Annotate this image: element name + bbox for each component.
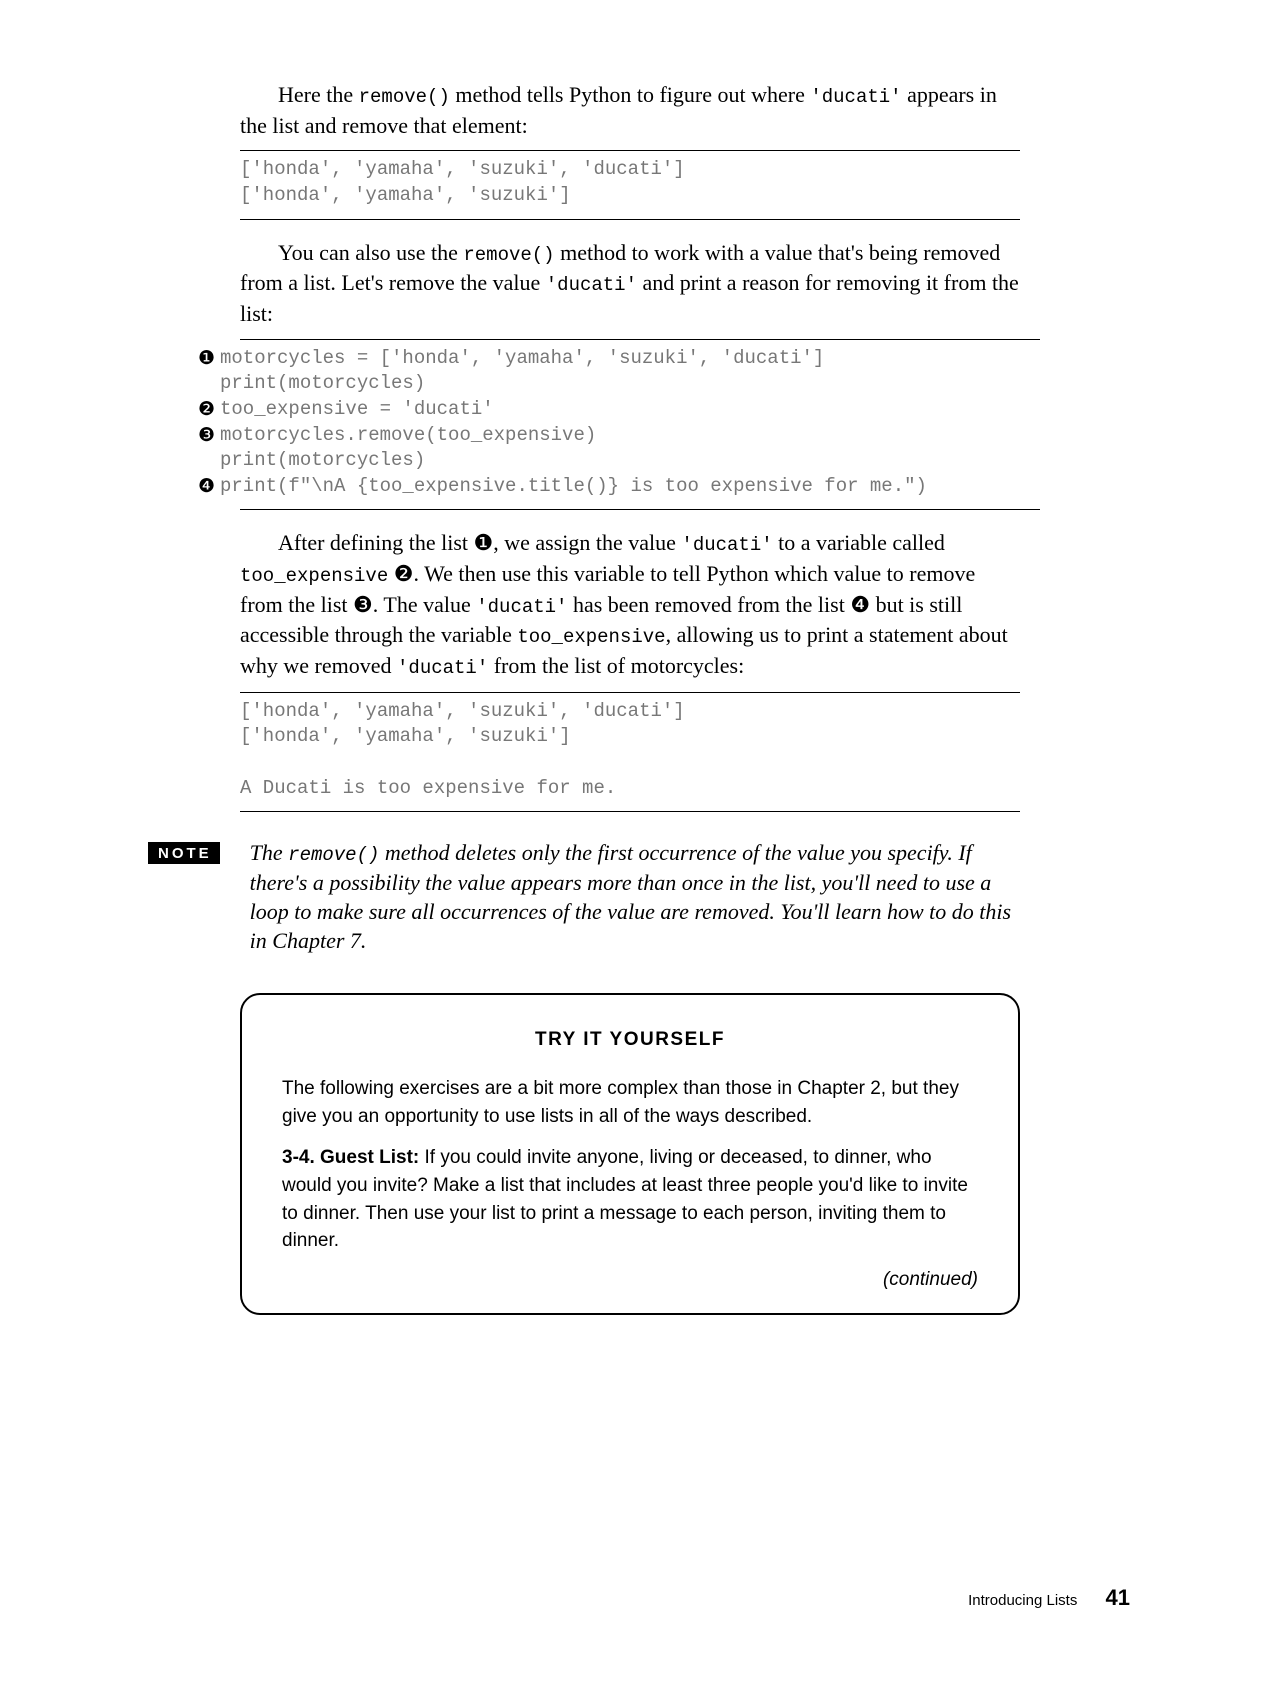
tiy-intro: The following exercises are a bit more c… (282, 1075, 978, 1130)
rule (240, 150, 1020, 151)
code-line: ['honda', 'yamaha', 'suzuki', 'ducati'] (240, 700, 685, 722)
text: has been removed from the list (567, 592, 850, 617)
text: After defining the list (278, 530, 474, 555)
code-line: ❸motorcycles.remove(too_expensive) (220, 423, 1020, 449)
output-block-1: ['honda', 'yamaha', 'suzuki', 'ducati'] … (240, 157, 1020, 208)
note-body: The remove() method deletes only the fir… (250, 838, 1030, 955)
text: to a variable called (773, 530, 945, 555)
code-text: print(motorcycles) (220, 371, 425, 397)
inline-code: 'ducati' (397, 657, 488, 679)
page-footer: Introducing Lists 41 (968, 1585, 1130, 1611)
inline-code: 'ducati' (681, 534, 772, 556)
annotation-marker-blank (198, 371, 220, 397)
code-line: A Ducati is too expensive for me. (240, 777, 616, 799)
annotation-marker-3: ❸ (198, 423, 220, 449)
code-line: ❷too_expensive = 'ducati' (220, 397, 1020, 423)
inline-code: too_expensive (517, 626, 665, 648)
output-block-2: ['honda', 'yamaha', 'suzuki', 'ducati'] … (240, 699, 1020, 802)
inline-code: 'ducati' (476, 596, 567, 618)
rule (240, 339, 1040, 340)
tiy-continued: (continued) (282, 1269, 978, 1291)
note-label: NOTE (148, 842, 220, 864)
paragraph-2: You can also use the remove() method to … (240, 238, 1020, 329)
rule (240, 811, 1020, 812)
annotation-marker-blank (198, 448, 220, 474)
tiy-title: TRY IT YOURSELF (282, 1029, 978, 1051)
annotated-code-block: ❶motorcycles = ['honda', 'yamaha', 'suzu… (220, 339, 1020, 511)
inline-code: remove() (288, 844, 379, 866)
page-content: Here the remove() method tells Python to… (140, 80, 1140, 1315)
code-text: print(f"\nA {too_expensive.title()} is t… (220, 474, 927, 500)
body-column: Here the remove() method tells Python to… (240, 80, 1020, 329)
chapter-title: Introducing Lists (968, 1592, 1077, 1609)
code-line: ['honda', 'yamaha', 'suzuki'] (240, 725, 571, 747)
code-line: ['honda', 'yamaha', 'suzuki', 'ducati'] (240, 158, 685, 180)
tiy-exercise-3-4: 3-4. Guest List: If you could invite any… (282, 1144, 978, 1254)
code-text: motorcycles = ['honda', 'yamaha', 'suzuk… (220, 346, 824, 372)
inline-marker-1: ❶ (474, 530, 494, 555)
inline-code: too_expensive (240, 565, 388, 587)
inline-code: 'ducati' (810, 86, 901, 108)
code-line: print(motorcycles) (220, 448, 1020, 474)
text: , we assign the value (493, 530, 681, 555)
exercise-label: 3-4. Guest List: (282, 1147, 419, 1168)
text: method tells Python to figure out where (450, 82, 811, 107)
rule (240, 219, 1020, 220)
inline-marker-3: ❸ (353, 592, 373, 617)
paragraph-3: After defining the list ❶, we assign the… (240, 528, 1020, 681)
annotation-marker-1: ❶ (198, 346, 220, 372)
text: . The value (373, 592, 476, 617)
rule (240, 509, 1040, 510)
inline-code: 'ducati' (546, 274, 637, 296)
code-line: ['honda', 'yamaha', 'suzuki'] (240, 184, 571, 206)
text: You can also use the (278, 240, 463, 265)
inline-code: remove() (359, 86, 450, 108)
code-line: print(motorcycles) (220, 371, 1020, 397)
body-column: After defining the list ❶, we assign the… (240, 528, 1020, 812)
rule (240, 692, 1020, 693)
paragraph-1: Here the remove() method tells Python to… (240, 80, 1020, 140)
code-text: too_expensive = 'ducati' (220, 397, 494, 423)
annotation-marker-2: ❷ (198, 397, 220, 423)
text: Here the (278, 82, 359, 107)
text: The (250, 840, 289, 865)
note-block: NOTE The remove() method deletes only th… (140, 838, 1140, 955)
text: from the list of motorcycles: (488, 653, 744, 678)
code-text: motorcycles.remove(too_expensive) (220, 423, 596, 449)
inline-code: remove() (463, 244, 554, 266)
code-text: print(motorcycles) (220, 448, 425, 474)
annotation-marker-4: ❹ (198, 474, 220, 500)
code-line: ❹print(f"\nA {too_expensive.title()} is … (220, 474, 1020, 500)
page-number: 41 (1106, 1585, 1130, 1610)
inline-marker-2: ❷ (394, 561, 414, 586)
inline-marker-4: ❹ (850, 592, 870, 617)
try-it-yourself-box: TRY IT YOURSELF The following exercises … (240, 993, 1020, 1314)
code-line: ❶motorcycles = ['honda', 'yamaha', 'suzu… (220, 346, 1020, 372)
